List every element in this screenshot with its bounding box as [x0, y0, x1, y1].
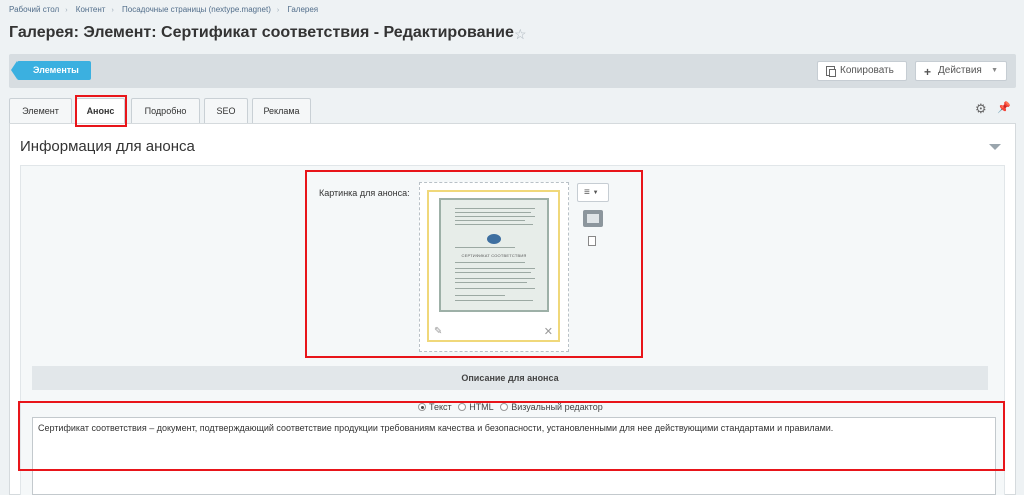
breadcrumb-separator-icon: ›	[111, 7, 114, 14]
tab-element[interactable]: Элемент	[9, 98, 72, 123]
file-icon[interactable]	[588, 236, 596, 246]
pencil-icon[interactable]: ✎	[434, 326, 442, 337]
tab-advertising[interactable]: Реклама	[252, 98, 311, 123]
tab-announce[interactable]: Анонс	[76, 98, 125, 123]
toolbar: Элементы Копировать + Действия ▼	[9, 54, 1016, 88]
image-field-label: Картинка для анонса:	[319, 188, 410, 198]
image-menu-button[interactable]: ≡ ▼	[577, 183, 609, 202]
elements-back-button[interactable]: Элементы	[11, 61, 91, 80]
breadcrumb-item[interactable]: Посадочные страницы (nextype.magnet)	[122, 5, 271, 14]
breadcrumb-separator-icon: ›	[276, 7, 280, 14]
mode-html-option[interactable]: HTML	[458, 402, 494, 412]
chevron-down-icon: ▼	[592, 190, 599, 196]
mode-visual-option[interactable]: Визуальный редактор	[500, 402, 603, 412]
page-title: Галерея: Элемент: Сертификат соответстви…	[9, 24, 514, 41]
breadcrumb-separator-icon: ›	[65, 7, 68, 14]
actions-button-label: Действия	[938, 65, 982, 76]
copy-button[interactable]: Копировать	[817, 61, 907, 81]
breadcrumb: Рабочий стол › Контент › Посадочные страни…	[9, 5, 318, 14]
close-icon[interactable]: ✕	[544, 325, 553, 338]
actions-button[interactable]: + Действия ▼	[915, 61, 1007, 81]
radio-text[interactable]	[418, 403, 426, 411]
collapse-icon[interactable]	[989, 144, 1001, 150]
hamburger-icon: ≡	[584, 187, 590, 198]
radio-visual[interactable]	[500, 403, 509, 411]
image-icon[interactable]	[583, 210, 603, 227]
certificate-image: СЕРТИФИКАТ СООТВЕТСТВИЯ	[439, 198, 549, 312]
certificate-heading: СЕРТИФИКАТ СООТВЕТСТВИЯ	[461, 253, 527, 258]
breadcrumb-item[interactable]: Контент	[76, 5, 106, 14]
section-title: Информация для анонса	[20, 138, 195, 155]
tab-seo[interactable]: SEO	[204, 98, 248, 123]
radio-html[interactable]	[458, 403, 467, 411]
mode-text-option[interactable]: Текст	[418, 402, 452, 412]
copy-icon	[826, 66, 836, 77]
image-thumbnail[interactable]: СЕРТИФИКАТ СООТВЕТСТВИЯ ✎ ✕	[427, 190, 560, 342]
gear-icon[interactable]: ⚙	[975, 101, 987, 117]
description-header: Описание для анонса	[32, 366, 988, 390]
tab-details[interactable]: Подробно	[131, 98, 200, 123]
breadcrumb-item[interactable]: Галерея	[287, 5, 318, 14]
breadcrumb-item[interactable]: Рабочий стол	[9, 5, 59, 14]
chevron-down-icon: ▼	[991, 67, 998, 74]
text-mode-selector: Текст HTML Визуальный редактор	[418, 402, 607, 412]
copy-button-label: Копировать	[840, 65, 894, 76]
star-icon[interactable]: ☆	[514, 26, 527, 43]
seal-icon	[487, 234, 501, 244]
description-textarea[interactable]: Сертификат соответствия – документ, подт…	[32, 417, 996, 495]
pin-icon[interactable]: 📌	[997, 101, 1011, 114]
plus-icon: +	[924, 65, 932, 79]
